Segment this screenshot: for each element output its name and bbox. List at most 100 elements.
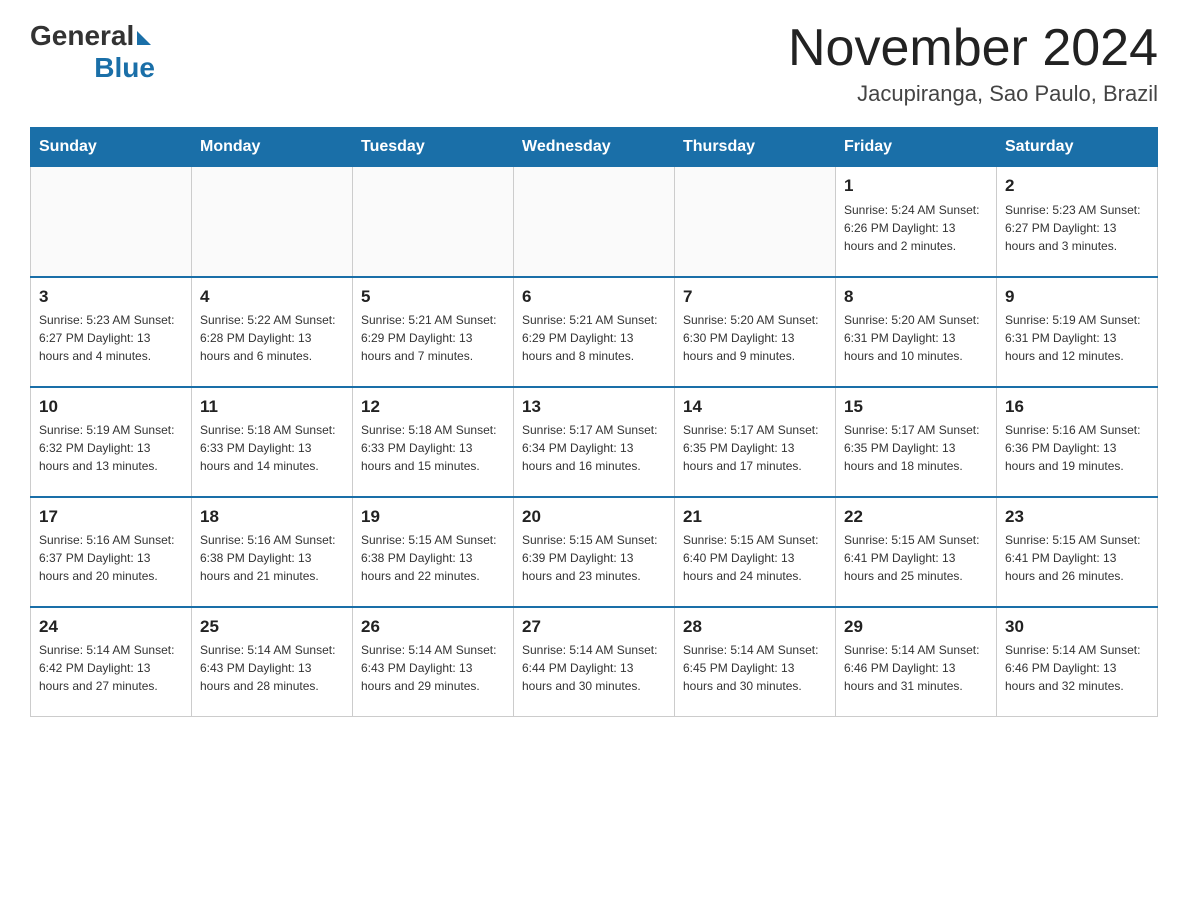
calendar-cell <box>514 167 675 277</box>
day-number: 29 <box>844 614 988 640</box>
column-header-wednesday: Wednesday <box>514 128 675 167</box>
calendar-cell: 26Sunrise: 5:14 AM Sunset: 6:43 PM Dayli… <box>353 607 514 717</box>
day-info: Sunrise: 5:21 AM Sunset: 6:29 PM Dayligh… <box>361 311 505 365</box>
day-info: Sunrise: 5:16 AM Sunset: 6:38 PM Dayligh… <box>200 531 344 585</box>
logo: General Blue <box>30 20 155 84</box>
day-info: Sunrise: 5:20 AM Sunset: 6:30 PM Dayligh… <box>683 311 827 365</box>
calendar-header-row: SundayMondayTuesdayWednesdayThursdayFrid… <box>31 128 1158 167</box>
day-info: Sunrise: 5:21 AM Sunset: 6:29 PM Dayligh… <box>522 311 666 365</box>
day-number: 26 <box>361 614 505 640</box>
day-number: 27 <box>522 614 666 640</box>
day-number: 15 <box>844 394 988 420</box>
day-info: Sunrise: 5:17 AM Sunset: 6:35 PM Dayligh… <box>844 421 988 475</box>
calendar-cell: 21Sunrise: 5:15 AM Sunset: 6:40 PM Dayli… <box>675 497 836 607</box>
day-number: 8 <box>844 284 988 310</box>
day-info: Sunrise: 5:20 AM Sunset: 6:31 PM Dayligh… <box>844 311 988 365</box>
day-info: Sunrise: 5:14 AM Sunset: 6:42 PM Dayligh… <box>39 641 183 695</box>
calendar-cell: 27Sunrise: 5:14 AM Sunset: 6:44 PM Dayli… <box>514 607 675 717</box>
calendar-cell: 15Sunrise: 5:17 AM Sunset: 6:35 PM Dayli… <box>836 387 997 497</box>
day-info: Sunrise: 5:18 AM Sunset: 6:33 PM Dayligh… <box>200 421 344 475</box>
calendar-cell <box>675 167 836 277</box>
calendar-cell: 1Sunrise: 5:24 AM Sunset: 6:26 PM Daylig… <box>836 167 997 277</box>
calendar-cell: 6Sunrise: 5:21 AM Sunset: 6:29 PM Daylig… <box>514 277 675 387</box>
day-number: 10 <box>39 394 183 420</box>
day-info: Sunrise: 5:15 AM Sunset: 6:41 PM Dayligh… <box>844 531 988 585</box>
day-number: 2 <box>1005 173 1149 199</box>
calendar-cell: 2Sunrise: 5:23 AM Sunset: 6:27 PM Daylig… <box>997 167 1158 277</box>
day-info: Sunrise: 5:23 AM Sunset: 6:27 PM Dayligh… <box>39 311 183 365</box>
day-number: 1 <box>844 173 988 199</box>
day-number: 6 <box>522 284 666 310</box>
calendar-week-row: 10Sunrise: 5:19 AM Sunset: 6:32 PM Dayli… <box>31 387 1158 497</box>
calendar-cell: 19Sunrise: 5:15 AM Sunset: 6:38 PM Dayli… <box>353 497 514 607</box>
column-header-sunday: Sunday <box>31 128 192 167</box>
day-info: Sunrise: 5:16 AM Sunset: 6:36 PM Dayligh… <box>1005 421 1149 475</box>
calendar-cell: 23Sunrise: 5:15 AM Sunset: 6:41 PM Dayli… <box>997 497 1158 607</box>
logo-text: General <box>30 20 151 52</box>
day-info: Sunrise: 5:14 AM Sunset: 6:46 PM Dayligh… <box>844 641 988 695</box>
calendar-cell <box>31 167 192 277</box>
day-info: Sunrise: 5:14 AM Sunset: 6:44 PM Dayligh… <box>522 641 666 695</box>
column-header-saturday: Saturday <box>997 128 1158 167</box>
day-info: Sunrise: 5:15 AM Sunset: 6:38 PM Dayligh… <box>361 531 505 585</box>
calendar-cell: 24Sunrise: 5:14 AM Sunset: 6:42 PM Dayli… <box>31 607 192 717</box>
calendar-week-row: 1Sunrise: 5:24 AM Sunset: 6:26 PM Daylig… <box>31 167 1158 277</box>
day-info: Sunrise: 5:16 AM Sunset: 6:37 PM Dayligh… <box>39 531 183 585</box>
day-number: 21 <box>683 504 827 530</box>
calendar-cell <box>192 167 353 277</box>
day-number: 17 <box>39 504 183 530</box>
calendar-title-block: November 2024 Jacupiranga, Sao Paulo, Br… <box>788 20 1158 107</box>
calendar-cell: 9Sunrise: 5:19 AM Sunset: 6:31 PM Daylig… <box>997 277 1158 387</box>
day-info: Sunrise: 5:23 AM Sunset: 6:27 PM Dayligh… <box>1005 201 1149 255</box>
calendar-cell: 29Sunrise: 5:14 AM Sunset: 6:46 PM Dayli… <box>836 607 997 717</box>
day-info: Sunrise: 5:19 AM Sunset: 6:31 PM Dayligh… <box>1005 311 1149 365</box>
day-number: 12 <box>361 394 505 420</box>
day-number: 28 <box>683 614 827 640</box>
calendar-cell: 4Sunrise: 5:22 AM Sunset: 6:28 PM Daylig… <box>192 277 353 387</box>
day-info: Sunrise: 5:15 AM Sunset: 6:39 PM Dayligh… <box>522 531 666 585</box>
day-info: Sunrise: 5:22 AM Sunset: 6:28 PM Dayligh… <box>200 311 344 365</box>
day-info: Sunrise: 5:15 AM Sunset: 6:41 PM Dayligh… <box>1005 531 1149 585</box>
day-info: Sunrise: 5:24 AM Sunset: 6:26 PM Dayligh… <box>844 201 988 255</box>
day-number: 9 <box>1005 284 1149 310</box>
calendar-cell: 11Sunrise: 5:18 AM Sunset: 6:33 PM Dayli… <box>192 387 353 497</box>
day-info: Sunrise: 5:14 AM Sunset: 6:45 PM Dayligh… <box>683 641 827 695</box>
calendar-cell: 17Sunrise: 5:16 AM Sunset: 6:37 PM Dayli… <box>31 497 192 607</box>
calendar-week-row: 24Sunrise: 5:14 AM Sunset: 6:42 PM Dayli… <box>31 607 1158 717</box>
calendar-table: SundayMondayTuesdayWednesdayThursdayFrid… <box>30 127 1158 717</box>
calendar-cell: 22Sunrise: 5:15 AM Sunset: 6:41 PM Dayli… <box>836 497 997 607</box>
calendar-cell: 7Sunrise: 5:20 AM Sunset: 6:30 PM Daylig… <box>675 277 836 387</box>
column-header-friday: Friday <box>836 128 997 167</box>
calendar-cell: 3Sunrise: 5:23 AM Sunset: 6:27 PM Daylig… <box>31 277 192 387</box>
page-header: General Blue November 2024 Jacupiranga, … <box>30 20 1158 107</box>
day-number: 13 <box>522 394 666 420</box>
calendar-cell: 28Sunrise: 5:14 AM Sunset: 6:45 PM Dayli… <box>675 607 836 717</box>
day-number: 11 <box>200 394 344 420</box>
logo-arrow-icon <box>137 31 151 45</box>
calendar-cell: 5Sunrise: 5:21 AM Sunset: 6:29 PM Daylig… <box>353 277 514 387</box>
calendar-cell: 20Sunrise: 5:15 AM Sunset: 6:39 PM Dayli… <box>514 497 675 607</box>
calendar-cell: 14Sunrise: 5:17 AM Sunset: 6:35 PM Dayli… <box>675 387 836 497</box>
calendar-cell: 18Sunrise: 5:16 AM Sunset: 6:38 PM Dayli… <box>192 497 353 607</box>
day-info: Sunrise: 5:14 AM Sunset: 6:46 PM Dayligh… <box>1005 641 1149 695</box>
day-info: Sunrise: 5:14 AM Sunset: 6:43 PM Dayligh… <box>361 641 505 695</box>
day-number: 3 <box>39 284 183 310</box>
day-number: 23 <box>1005 504 1149 530</box>
calendar-week-row: 17Sunrise: 5:16 AM Sunset: 6:37 PM Dayli… <box>31 497 1158 607</box>
day-info: Sunrise: 5:17 AM Sunset: 6:34 PM Dayligh… <box>522 421 666 475</box>
calendar-title: November 2024 <box>788 20 1158 77</box>
day-info: Sunrise: 5:19 AM Sunset: 6:32 PM Dayligh… <box>39 421 183 475</box>
day-number: 24 <box>39 614 183 640</box>
calendar-cell: 8Sunrise: 5:20 AM Sunset: 6:31 PM Daylig… <box>836 277 997 387</box>
day-number: 18 <box>200 504 344 530</box>
day-number: 5 <box>361 284 505 310</box>
day-info: Sunrise: 5:17 AM Sunset: 6:35 PM Dayligh… <box>683 421 827 475</box>
day-number: 30 <box>1005 614 1149 640</box>
column-header-monday: Monday <box>192 128 353 167</box>
calendar-week-row: 3Sunrise: 5:23 AM Sunset: 6:27 PM Daylig… <box>31 277 1158 387</box>
day-number: 4 <box>200 284 344 310</box>
calendar-cell: 25Sunrise: 5:14 AM Sunset: 6:43 PM Dayli… <box>192 607 353 717</box>
day-info: Sunrise: 5:18 AM Sunset: 6:33 PM Dayligh… <box>361 421 505 475</box>
day-info: Sunrise: 5:14 AM Sunset: 6:43 PM Dayligh… <box>200 641 344 695</box>
day-number: 16 <box>1005 394 1149 420</box>
